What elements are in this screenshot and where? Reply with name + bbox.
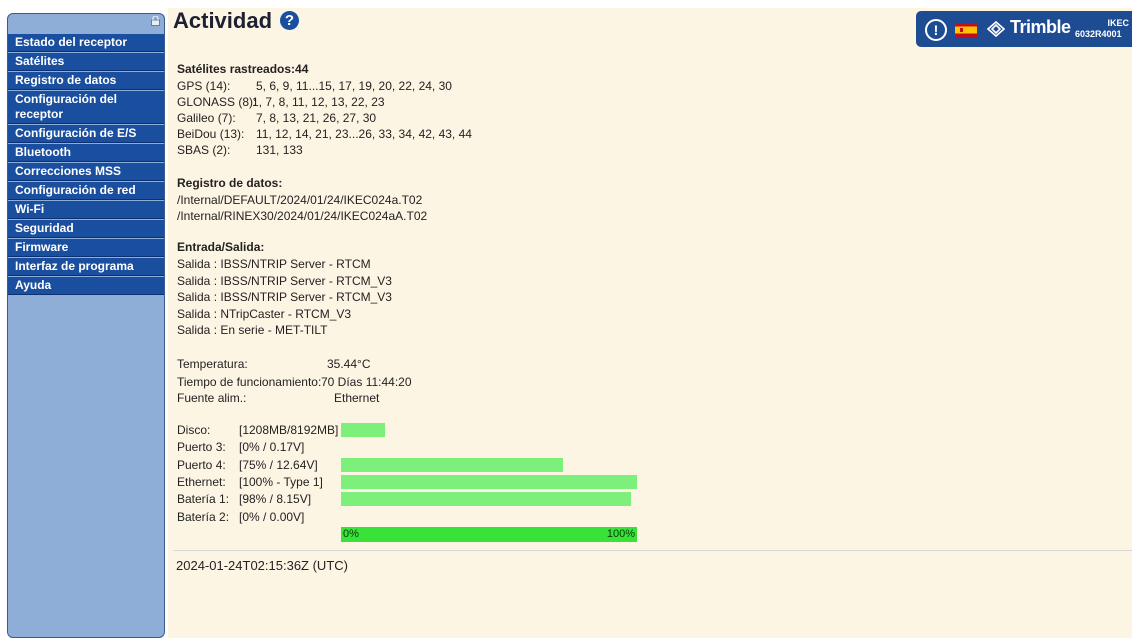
power-value: Ethernet [334,391,380,405]
uptime-value: 70 Días 11:44:20 [321,375,412,389]
sidebar: Estado del receptor Satélites Registro d… [7,13,165,638]
gnss-label-glonass: GLONASS (8): [177,95,257,109]
resource-value-battery1: [98% / 8.15V] [239,492,312,506]
gnss-label-beidou: BeiDou (13): [177,127,245,141]
resource-label-ethernet: Ethernet: [177,475,226,489]
io-output: Salida : En serie - MET-TILT [177,323,328,337]
logging-title: Registro de datos: [177,176,283,190]
main-content: Actividad ? ! Trimble IKEC 6032R4001 Sat… [168,8,1132,638]
sidebar-item-correcciones-mss[interactable]: Correcciones MSS [8,163,164,181]
io-output: Salida : IBSS/NTRIP Server - RTCM [177,257,371,271]
io-output: Salida : IBSS/NTRIP Server - RTCM_V3 [177,290,392,304]
satellites-title: Satélites rastreados:44 [177,62,309,76]
brand-name: Trimble [1010,17,1071,37]
lock-icon [151,16,160,26]
sidebar-item-bluetooth[interactable]: Bluetooth [8,144,164,162]
gnss-value-sbas: 131, 133 [256,143,303,157]
sidebar-item-firmware[interactable]: Firmware [8,239,164,257]
gnss-value-glonass: 1, 7, 8, 11, 12, 13, 22, 23 [252,95,385,109]
sidebar-item-satelites[interactable]: Satélites [8,53,164,71]
io-title: Entrada/Salida: [177,240,265,254]
gnss-label-sbas: SBAS (2): [177,143,231,157]
temperature-label: Temperatura: [177,357,248,371]
trimble-logo-icon [986,20,1006,38]
io-output: Salida : IBSS/NTRIP Server - RTCM_V3 [177,274,392,288]
sidebar-item-estado-receptor[interactable]: Estado del receptor [8,34,164,52]
uptime-label: Tiempo de funcionamiento: [177,375,322,389]
sidebar-item-configuracion-red[interactable]: Configuración de red [8,182,164,200]
resource-label-battery2: Batería 2: [177,510,230,524]
brand-header: ! Trimble IKEC 6032R4001 [916,11,1132,47]
help-icon[interactable]: ? [280,11,299,30]
resource-value-disk: [1208MB/8192MB] [239,423,339,437]
resource-bar-ethernet [341,475,637,489]
resource-value-ethernet: [100% - Type 1] [239,475,323,489]
scale-bar: 0% 100% [341,527,637,542]
resource-bar-battery1 [341,492,631,506]
page-title: Actividad [173,8,273,33]
gnss-label-galileo: Galileo (7): [177,111,236,125]
resource-value-port4: [75% / 12.64V] [239,458,318,472]
receiver-name: IKEC [1107,18,1129,28]
sidebar-item-registro-datos[interactable]: Registro de datos [8,72,164,90]
divider [173,550,1132,551]
resource-label-disk: Disco: [177,423,211,437]
sidebar-item-interfaz-programa[interactable]: Interfaz de programa [8,258,164,276]
sidebar-item-ayuda[interactable]: Ayuda [8,277,164,295]
resource-value-port3: [0% / 0.17V] [239,440,305,454]
gnss-label-gps: GPS (14): [177,79,231,93]
scale-min-label: 0% [343,528,359,540]
logging-file: /Internal/RINEX30/2024/01/24/IKEC024aA.T… [177,209,428,223]
scale-max-label: 100% [606,528,635,540]
resource-bar-disk [341,423,385,437]
temperature-value: 35.44°C [327,357,371,371]
alert-icon[interactable]: ! [925,19,947,41]
resource-label-battery1: Batería 1: [177,492,230,506]
logging-file: /Internal/DEFAULT/2024/01/24/IKEC024a.T0… [177,193,423,207]
resource-label-port3: Puerto 3: [177,440,226,454]
sidebar-nav: Estado del receptor Satélites Registro d… [8,34,164,296]
resource-value-battery2: [0% / 0.00V] [239,510,305,524]
receiver-serial: 6032R4001 [1075,29,1122,39]
gnss-value-gps: 5, 6, 9, 11...15, 17, 19, 20, 22, 24, 30 [256,79,452,93]
gnss-value-galileo: 7, 8, 13, 21, 26, 27, 30 [256,111,377,125]
io-output: Salida : NTripCaster - RTCM_V3 [177,307,352,321]
timestamp: 2024-01-24T02:15:36Z (UTC) [176,558,348,573]
sidebar-item-configuracion-receptor[interactable]: Configuración del receptor [8,91,164,124]
power-label: Fuente alim.: [177,391,247,405]
sidebar-item-wifi[interactable]: Wi-Fi [8,201,164,219]
resource-label-port4: Puerto 4: [177,458,226,472]
gnss-value-beidou: 11, 12, 14, 21, 23...26, 33, 34, 42, 43,… [256,127,472,141]
resource-bar-port4 [341,458,563,472]
sidebar-item-configuracion-es[interactable]: Configuración de E/S [8,125,164,143]
sidebar-item-seguridad[interactable]: Seguridad [8,220,164,238]
spain-flag-icon[interactable] [955,23,977,37]
